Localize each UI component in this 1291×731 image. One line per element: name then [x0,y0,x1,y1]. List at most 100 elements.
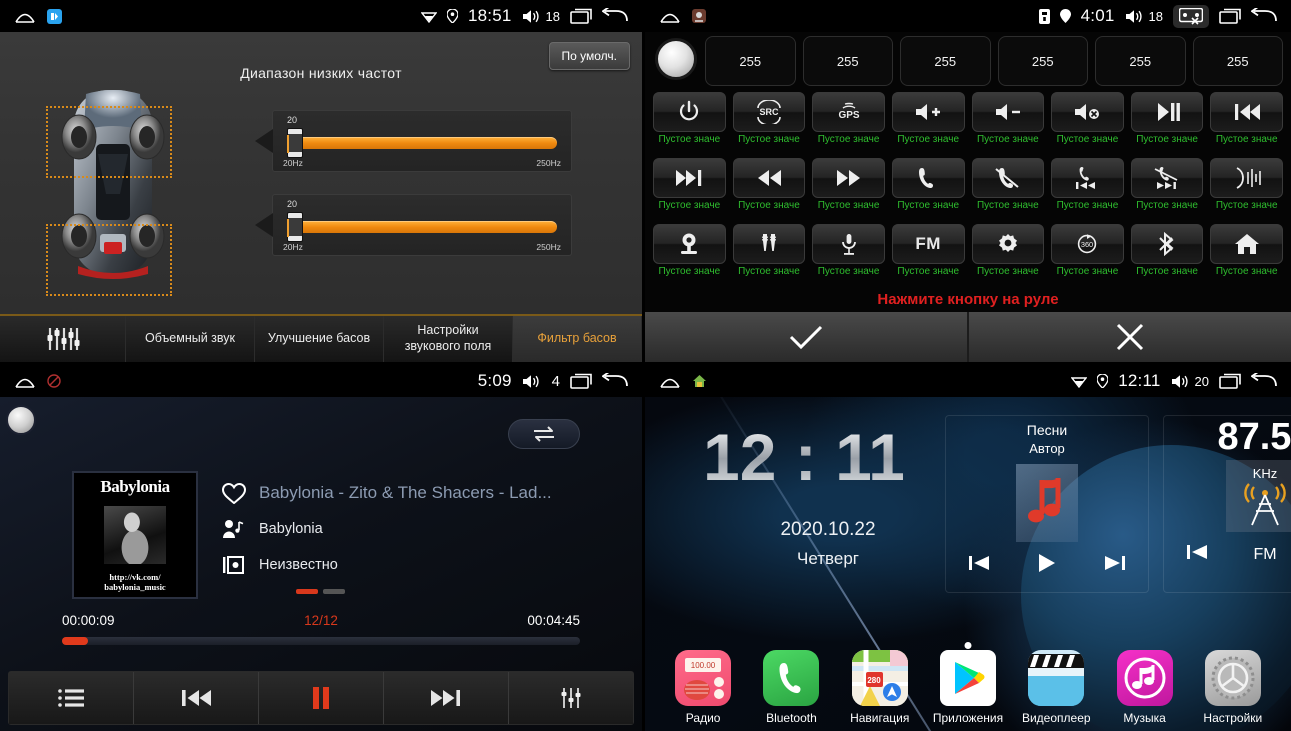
swc-key-gps[interactable]: GPS Пустое значе [812,92,885,156]
aux-icon[interactable] [732,224,806,264]
swc-key-home[interactable]: Пустое значе [1210,224,1283,288]
swc-key-call-prev[interactable]: Пустое значе [1051,158,1124,222]
slider-thumb[interactable] [287,128,303,158]
home-icon[interactable] [659,8,681,24]
swc-key-voice[interactable]: Пустое значе [1210,158,1283,222]
camera-icon[interactable] [653,224,726,264]
bluetooth-icon[interactable] [1130,224,1204,264]
carplay-icon[interactable] [1173,4,1209,28]
voice-icon[interactable] [1210,158,1283,198]
hangup-icon[interactable] [971,158,1045,198]
swc-key-bluetooth[interactable]: Пустое значе [1130,224,1204,288]
360-view-icon[interactable]: 360 [1051,224,1124,264]
back-icon[interactable] [602,373,628,389]
swc-value-3[interactable]: 255 [997,36,1088,86]
swc-key-settings[interactable]: Пустое значе [971,224,1045,288]
volume-knob[interactable] [6,405,36,435]
swc-value-1[interactable]: 255 [802,36,893,86]
home-house-icon[interactable] [1210,224,1283,264]
recents-icon[interactable] [1219,8,1241,24]
swc-value-2[interactable]: 255 [900,36,991,86]
music-widget[interactable]: Песни Автор [945,415,1149,593]
swc-value-5[interactable]: 255 [1192,36,1283,86]
page-dot[interactable] [323,589,345,594]
swc-key-hangup[interactable]: Пустое значе [971,158,1045,222]
back-icon[interactable] [1251,8,1277,24]
swc-value-4[interactable]: 255 [1095,36,1186,86]
swc-key-camera[interactable]: Пустое значе [653,224,726,288]
gps-icon[interactable]: GPS [812,92,885,132]
front-speaker-selection[interactable] [46,106,172,178]
swc-key-360-view[interactable]: 360 Пустое значе [1051,224,1124,288]
music-play-button[interactable] [1034,552,1060,579]
page-dot-active[interactable] [296,589,318,594]
fast-forward-icon[interactable] [812,158,885,198]
swc-key-src[interactable]: SRC Пустое значе [732,92,806,156]
back-icon[interactable] [602,8,628,24]
swc-key-call[interactable]: Пустое значе [891,158,965,222]
home-icon[interactable] [14,373,36,389]
tab-equalizer[interactable] [0,316,126,362]
app-badge-icon[interactable] [692,9,706,23]
recents-icon[interactable] [1219,373,1241,389]
radio-prev-button[interactable] [1185,542,1211,567]
tab-soundfield[interactable]: Настройки звукового поля [384,316,513,362]
app-badge-icon[interactable] [47,8,62,24]
power-icon[interactable] [653,92,726,132]
tab-surround[interactable]: Объемный звук [126,316,255,362]
music-prev-button[interactable] [967,553,993,578]
fm-icon[interactable]: FM [891,224,965,264]
recents-icon[interactable] [570,373,592,389]
recents-icon[interactable] [570,8,592,24]
volume-down-icon[interactable] [971,92,1045,132]
cancel-button[interactable] [967,312,1291,362]
home-icon[interactable] [659,373,681,389]
home-icon[interactable] [14,8,36,24]
dock-item-bluetooth[interactable]: Bluetooth [752,650,830,725]
next-track-icon[interactable] [653,158,726,198]
dock-item-settings[interactable]: Настройки [1194,650,1272,725]
dock-item-apps[interactable]: Приложения [929,650,1007,725]
music-next-button[interactable] [1101,553,1127,578]
slider-thumb[interactable] [287,212,303,242]
rewind-icon[interactable] [732,158,806,198]
next-button[interactable] [384,672,509,724]
swc-key-aux[interactable]: Пустое значе [732,224,806,288]
volume-up-icon[interactable] [891,92,965,132]
launcher-icon[interactable] [692,374,707,388]
pause-button[interactable] [259,672,384,724]
back-icon[interactable] [1251,373,1277,389]
swc-key-mute[interactable]: Пустое значе [1051,92,1124,156]
equalizer-button[interactable] [509,672,633,724]
mic-icon[interactable] [812,224,885,264]
dock-item-navigation[interactable]: 280 Навигация [841,650,919,725]
src-icon[interactable]: SRC [732,92,806,132]
playlist-button[interactable] [9,672,134,724]
radio-widget[interactable]: 87.50 KHz FM [1163,415,1291,593]
swc-key-call-next[interactable]: Пустое значе [1130,158,1204,222]
confirm-button[interactable] [645,312,967,362]
swc-key-play-pause[interactable]: Пустое значе [1130,92,1204,156]
mute-icon[interactable] [1051,92,1124,132]
play-pause-icon[interactable] [1130,92,1204,132]
prev-track-icon[interactable] [1210,92,1283,132]
bass-slider-1[interactable]: 20 20Hz 250Hz [255,110,572,172]
slider-track[interactable] [295,221,557,233]
swc-key-power[interactable]: Пустое значе [653,92,726,156]
previous-button[interactable] [134,672,259,724]
swc-key-prev-track[interactable]: Пустое значе [1210,92,1283,156]
dock-item-music[interactable]: Музыка [1106,650,1184,725]
progress-bar[interactable] [62,637,580,645]
slider-track[interactable] [295,137,557,149]
tab-bass-filter[interactable]: Фильтр басов [513,316,642,362]
swc-key-fm[interactable]: FM Пустое значе [891,224,965,288]
favorite-heart-icon[interactable] [222,482,246,504]
rear-speaker-selection[interactable] [46,224,172,296]
clock-widget[interactable]: 12 : 11 2020.10.22 Четверг [663,415,993,600]
repeat-button[interactable] [508,419,580,449]
swc-key-fast-forward[interactable]: Пустое значе [812,158,885,222]
swc-key-mic[interactable]: Пустое значе [812,224,885,288]
dock-item-radio[interactable]: 100.00 Радио [664,650,742,725]
call-prev-icon[interactable] [1051,158,1124,198]
call-icon[interactable] [891,158,965,198]
